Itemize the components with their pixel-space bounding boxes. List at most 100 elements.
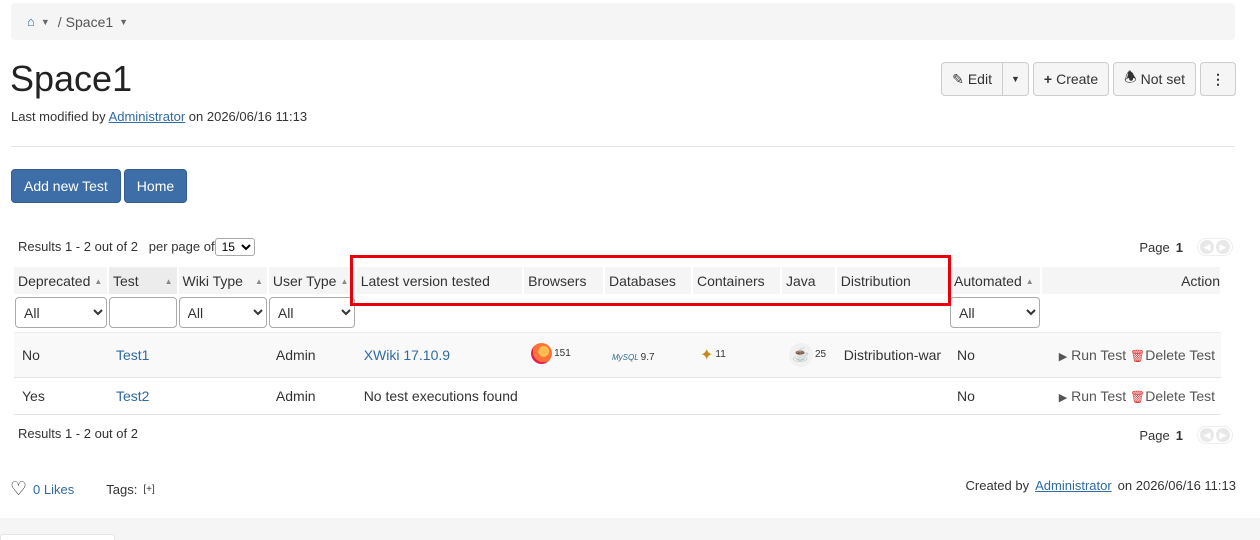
database-stat: MySQL 9.7 [611,351,655,363]
cell-user-type: Admin [267,331,356,377]
edit-dropdown-button[interactable]: ▼ [1002,62,1029,96]
divider [11,146,1235,147]
pager-label: Page [1139,427,1170,443]
chevron-down-icon[interactable]: ▼ [119,17,128,27]
highlight-box [350,255,951,306]
col-test[interactable]: Test ▲ [107,267,179,294]
java-icon: ☕ [788,342,813,367]
created-by: Created by Administrator on 2026/06/16 1… [966,478,1237,493]
modified-date: on 2026/06/16 11:13 [188,109,308,124]
container-stat: ✦ 11 [699,346,726,364]
next-page-icon[interactable]: ▶ [1216,240,1230,254]
col-action: Action [1040,267,1223,294]
cell-latest-version: No test executions found [355,376,950,415]
col-user-type[interactable]: User Type ▲ [267,267,357,294]
cell-wiki-type [177,376,268,415]
home-icon[interactable]: ⌂ [27,14,35,29]
plus-icon: + [1043,71,1053,87]
sort-icon: ▲ [164,277,173,287]
chevron-down-icon: ▼ [1010,74,1020,84]
bottom-panel [0,518,1260,540]
pager-label: Page [1139,239,1170,255]
primary-buttons: Add new Test Home [11,169,188,203]
tags-label: Tags: [106,482,138,497]
add-new-test-button[interactable]: Add new Test [11,169,121,203]
breadcrumb-space[interactable]: Space1 [66,14,113,30]
pager-nav: ◀ ▶ [1197,426,1233,444]
pager-nav: ◀ ▶ [1197,238,1233,256]
created-prefix: Created by [965,478,1030,493]
cell-automated: No [949,376,1041,415]
deprecated-filter[interactable]: All [15,297,107,329]
created-user-link[interactable]: Administrator [1035,478,1112,493]
results-summary-bottom: Results 1 - 2 out of 2 [18,426,138,441]
create-button[interactable]: + Create [1032,62,1110,96]
per-page-select[interactable]: 15 [214,238,255,256]
add-tag-link[interactable]: [+] [143,484,154,495]
results-count: Results 1 - 2 out of 2 [18,239,138,254]
user-type-filter[interactable]: All [268,297,355,329]
pager-bottom: Page 1 ◀ ▶ [1139,426,1233,444]
last-modified: Last modified by Administrator on 2026/0… [11,109,307,124]
test-filter-input[interactable] [108,297,177,329]
chevron-down-icon[interactable]: ▼ [41,17,50,27]
edit-button-group: ✎ Edit ▼ [941,62,1029,96]
delete-test-link[interactable]: 🗑Delete Test [1130,388,1215,404]
tomcat-icon: ✦ [699,346,714,364]
table-row: Yes Test2 Admin No test executions found… [14,376,1221,415]
more-actions-button[interactable]: ⋮ [1200,62,1236,96]
page-actions: ✎ Edit ▼ + Create 🕭 Not set ⋮ [941,62,1236,96]
results-summary-top: Results 1 - 2 out of 2 per page of 15 [18,238,255,256]
trash-icon: 🗑 [1129,348,1146,363]
bell-icon: 🕭 [1124,69,1137,85]
cell-user-type: Admin [267,376,356,415]
sort-icon: ▲ [94,277,103,287]
modified-user-link[interactable]: Administrator [109,109,186,124]
breadcrumb: ⌂ ▼ / Space1 ▼ [11,3,1235,40]
breadcrumb-separator: / [57,13,62,30]
likes-link[interactable]: 0 Likes [33,482,74,497]
col-automated[interactable]: Automated ▲ [949,267,1042,294]
latest-version-link[interactable]: XWiki 17.10.9 [364,347,450,363]
pager-current: 1 [1175,427,1183,443]
heart-icon[interactable]: ♡ [10,478,27,501]
automated-filter[interactable]: All [950,297,1040,329]
sort-icon: ▲ [1025,277,1034,287]
created-date: on 2026/06/16 11:13 [1117,478,1236,493]
sort-icon: ▲ [340,277,349,287]
pencil-icon: ✎ [952,70,964,87]
java-stat: ☕ 25 [788,342,826,367]
trash-icon: 🗑 [1129,389,1146,404]
next-page-icon[interactable]: ▶ [1216,428,1230,442]
prev-page-icon[interactable]: ◀ [1200,240,1214,254]
per-page: per page of 15 [148,238,255,256]
vertical-dots-icon: ⋮ [1211,70,1225,87]
edit-button[interactable]: ✎ Edit [941,62,1003,96]
firefox-icon [531,342,553,364]
bottom-tab[interactable] [0,534,115,540]
per-page-label: per page of [148,239,215,254]
run-test-link[interactable]: ▶ Run Test [1059,347,1126,363]
pager-top: Page 1 ◀ ▶ [1139,238,1233,256]
cell-distribution: Distribution-war [835,331,950,377]
sort-icon: ▲ [254,277,263,287]
create-label: Create [1056,71,1099,87]
col-deprecated[interactable]: Deprecated ▲ [14,267,109,294]
run-test-link[interactable]: ▶ Run Test [1059,388,1126,404]
play-icon: ▶ [1058,350,1068,363]
test-link[interactable]: Test2 [116,388,149,404]
test-link[interactable]: Test1 [116,347,149,363]
col-wiki-type[interactable]: Wiki Type ▲ [177,267,269,294]
mysql-icon: MySQL [611,352,639,362]
home-button[interactable]: Home [123,169,188,203]
edit-label: Edit [967,71,992,87]
wiki-type-filter[interactable]: All [178,297,267,329]
likes-tags: ♡ 0 Likes Tags: [+] [10,478,155,501]
delete-test-link[interactable]: 🗑Delete Test [1130,347,1215,363]
prev-page-icon[interactable]: ◀ [1200,428,1214,442]
modified-prefix: Last modified by [11,109,106,124]
notifications-button[interactable]: 🕭 Not set [1113,62,1196,96]
results-count: Results 1 - 2 out of 2 [18,426,138,441]
cell-deprecated: No [14,331,108,377]
browser-stat: 151 [531,342,571,364]
